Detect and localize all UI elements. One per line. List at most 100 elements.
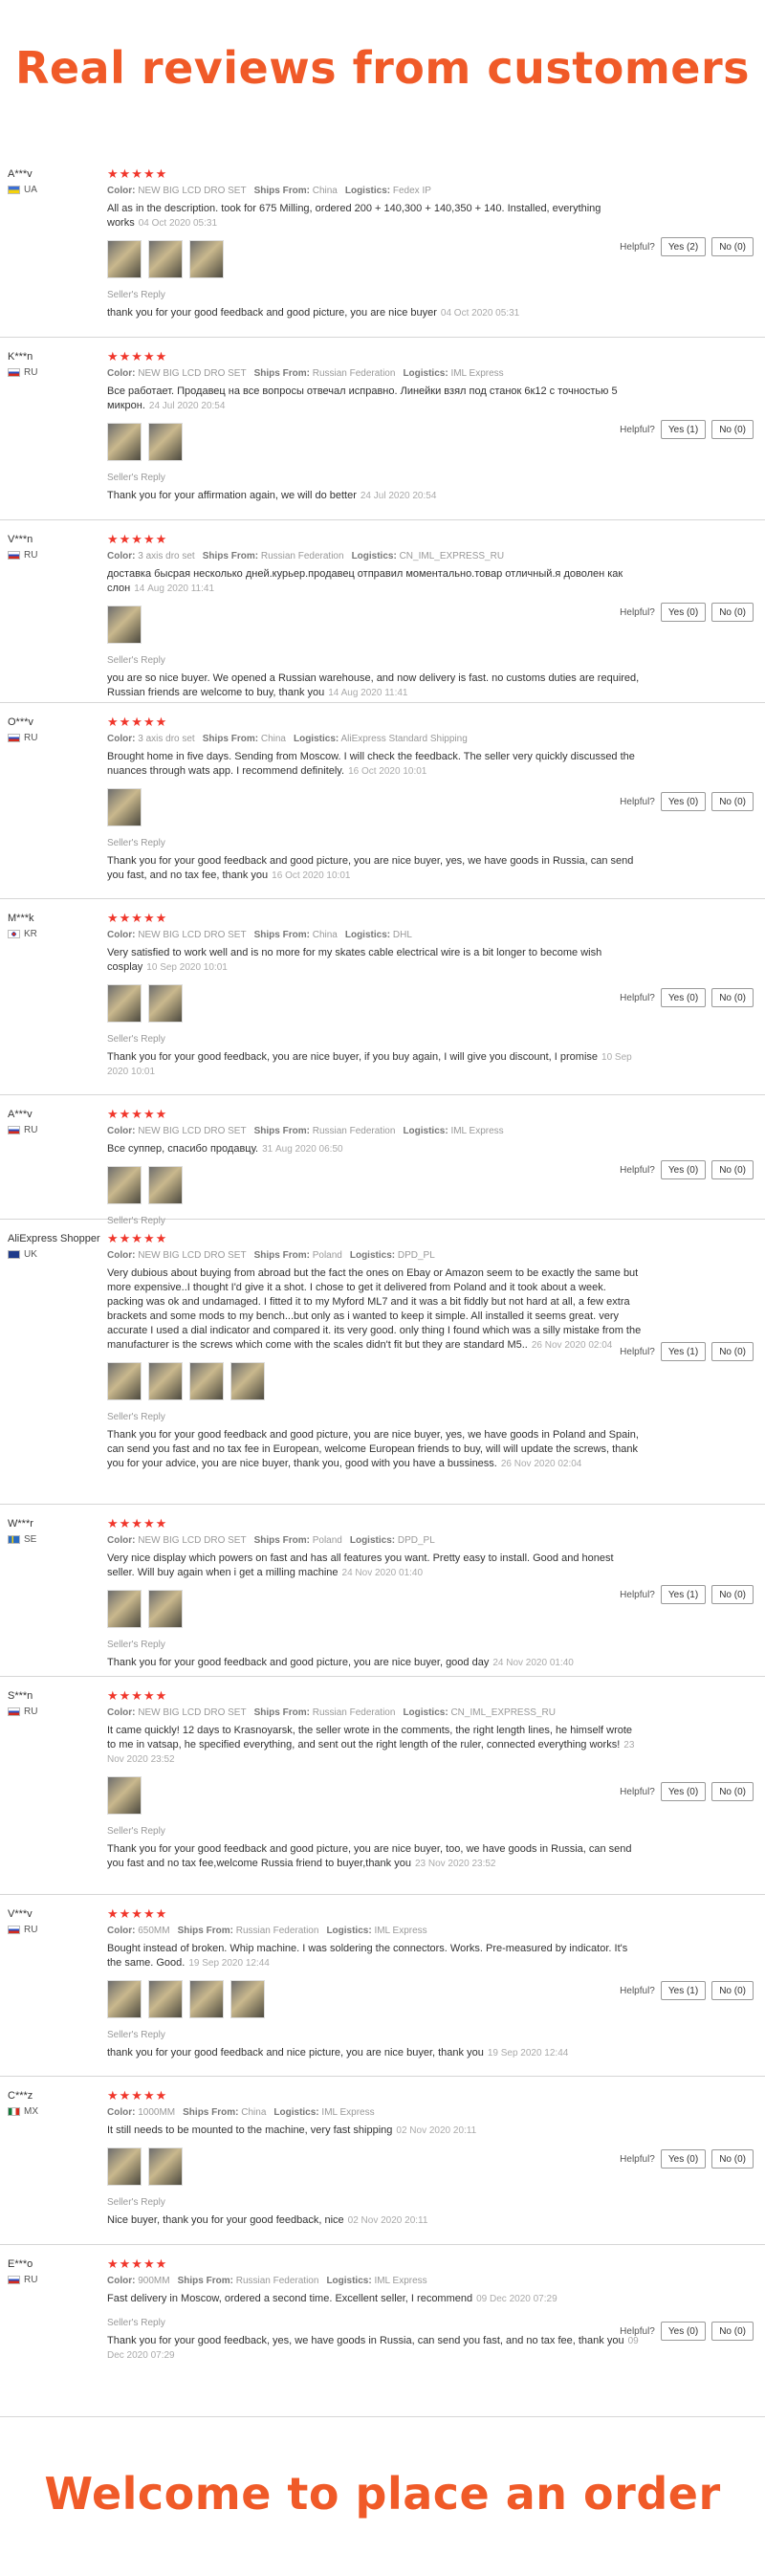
reply-date: 24 Nov 2020 01:40: [492, 1658, 574, 1668]
review-photo[interactable]: [148, 1166, 183, 1204]
review-photo[interactable]: [107, 1590, 142, 1628]
review-photo[interactable]: [148, 240, 183, 278]
reviewer-country: RU: [8, 2275, 103, 2285]
review-photo[interactable]: [107, 1776, 142, 1815]
helpful-no-button[interactable]: No (0): [711, 1342, 754, 1361]
review-card: A***v RU ★★★★★ Color: NEW BIG LCD DRO SET Sh…: [0, 1095, 765, 1226]
review-photo[interactable]: [107, 1362, 142, 1400]
review-photos: [107, 1776, 643, 1815]
meta-ships-from: Russian Federation: [235, 1926, 319, 1936]
helpful-no-button[interactable]: No (0): [711, 2322, 754, 2341]
helpful-yes-button[interactable]: Yes (0): [660, 988, 707, 1007]
helpful-no-button[interactable]: No (0): [711, 1782, 754, 1801]
helpful-no-button[interactable]: No (0): [711, 1585, 754, 1604]
helpful-yes-button[interactable]: Yes (0): [660, 603, 707, 622]
helpful-yes-button[interactable]: Yes (0): [660, 1160, 707, 1179]
review-meta: Color: 900MM Ships From: Russian Federati…: [107, 2276, 643, 2286]
helpful-yes-button[interactable]: Yes (1): [660, 1342, 707, 1361]
reviewer: S***n RU: [8, 1690, 103, 1717]
country-code: RU: [24, 550, 38, 561]
helpful-yes-button[interactable]: Yes (0): [660, 1782, 707, 1801]
review-photo[interactable]: [148, 2147, 183, 2186]
meta-label: Color:: [107, 551, 136, 561]
review-card: W***r SE ★★★★★ Color: NEW BIG LCD DRO SET Sh…: [0, 1505, 765, 1677]
helpful-no-button[interactable]: No (0): [711, 1160, 754, 1179]
meta-color: NEW BIG LCD DRO SET: [138, 1535, 247, 1546]
review-photo[interactable]: [230, 1980, 265, 2018]
review-text: All as in the description. took for 675 …: [107, 202, 643, 231]
review-photo[interactable]: [148, 1980, 183, 2018]
meta-ships-from: Russian Federation: [312, 368, 396, 379]
review-photo[interactable]: [230, 1362, 265, 1400]
review-content: It came quickly! 12 days to Krasnoyarsk,…: [107, 1725, 633, 1750]
meta-label: Color:: [107, 1250, 136, 1261]
review-photo[interactable]: [148, 423, 183, 461]
reply-text: Thank you for your good feedback, yes, w…: [107, 2335, 624, 2346]
meta-label: Logistics:: [349, 1535, 396, 1546]
review-text: доставка бысрая несколько дней.курьер.пр…: [107, 567, 643, 596]
review-photo[interactable]: [107, 240, 142, 278]
review-photo[interactable]: [148, 984, 183, 1023]
country-code: RU: [24, 1706, 38, 1717]
meta-logistics: DHL: [392, 930, 412, 940]
reviewer: V***n RU: [8, 534, 103, 561]
meta-ships-from: China: [260, 734, 286, 744]
helpful-no-button[interactable]: No (0): [711, 988, 754, 1007]
sellers-reply: Thank you for your good feedback, you ar…: [107, 1050, 643, 1079]
sellers-reply: thank you for your good feedback and nic…: [107, 2046, 643, 2060]
star-rating: ★★★★★: [107, 1107, 168, 1121]
review-photo[interactable]: [189, 240, 224, 278]
review-photos: [107, 984, 643, 1023]
helpful-no-button[interactable]: No (0): [711, 603, 754, 622]
review-photo[interactable]: [107, 1166, 142, 1204]
review-photo[interactable]: [107, 1980, 142, 2018]
flag-icon: [8, 551, 20, 560]
reviewer: A***v RU: [8, 1109, 103, 1135]
helpful-yes-button[interactable]: Yes (1): [660, 1981, 707, 2000]
reviewer: AliExpress Shopper UK: [8, 1233, 103, 1260]
reviewer-country: KR: [8, 929, 103, 939]
flag-icon: [8, 1707, 20, 1716]
review-photo[interactable]: [107, 788, 142, 826]
helpful-yes-button[interactable]: Yes (2): [660, 237, 707, 256]
helpful-no-button[interactable]: No (0): [711, 2149, 754, 2169]
star-rating: ★★★★★: [107, 2257, 168, 2271]
review-photo[interactable]: [148, 1362, 183, 1400]
helpful-yes-button[interactable]: Yes (1): [660, 1585, 707, 1604]
review-photo[interactable]: [107, 605, 142, 644]
flag-icon: [8, 2107, 20, 2116]
helpful-yes-button[interactable]: Yes (0): [660, 2149, 707, 2169]
helpful-yes-button[interactable]: Yes (0): [660, 792, 707, 811]
helpful-label: Helpful?: [620, 606, 655, 618]
flag-icon: [8, 368, 20, 377]
review-photo[interactable]: [189, 1980, 224, 2018]
meta-label: Logistics:: [293, 734, 339, 744]
review-text: Brought home in five days. Sending from …: [107, 750, 643, 779]
review-photo[interactable]: [148, 1590, 183, 1628]
review-photo[interactable]: [107, 984, 142, 1023]
helpful-label: Helpful?: [620, 1346, 655, 1357]
meta-color: NEW BIG LCD DRO SET: [138, 930, 247, 940]
meta-label: Color:: [107, 1126, 136, 1136]
helpful-yes-button[interactable]: Yes (1): [660, 420, 707, 439]
helpful-no-button[interactable]: No (0): [711, 237, 754, 256]
reviewer-country: RU: [8, 733, 103, 743]
review-card: E***o RU ★★★★★ Color: 900MM Ships From: Russ…: [0, 2245, 765, 2417]
helpful-no-button[interactable]: No (0): [711, 420, 754, 439]
helpful-no-button[interactable]: No (0): [711, 792, 754, 811]
meta-label: Logistics:: [403, 1707, 448, 1718]
review-meta: Color: NEW BIG LCD DRO SET Ships From: Po…: [107, 1535, 643, 1546]
meta-logistics: DPD_PL: [397, 1535, 435, 1546]
star-rating: ★★★★★: [107, 1231, 168, 1245]
flag-icon: [8, 1250, 20, 1259]
review-photo[interactable]: [189, 1362, 224, 1400]
helpful-yes-button[interactable]: Yes (0): [660, 2322, 707, 2341]
review-photo[interactable]: [107, 423, 142, 461]
meta-color: NEW BIG LCD DRO SET: [138, 1707, 247, 1718]
meta-color: 1000MM: [138, 2107, 176, 2118]
reviewer-country: MX: [8, 2106, 103, 2117]
helpful-no-button[interactable]: No (0): [711, 1981, 754, 2000]
review-photo[interactable]: [107, 2147, 142, 2186]
reply-date: 14 Aug 2020 11:41: [328, 688, 408, 698]
review-body: ★★★★★ Color: NEW BIG LCD DRO SET Ships Fro…: [107, 1231, 643, 1471]
